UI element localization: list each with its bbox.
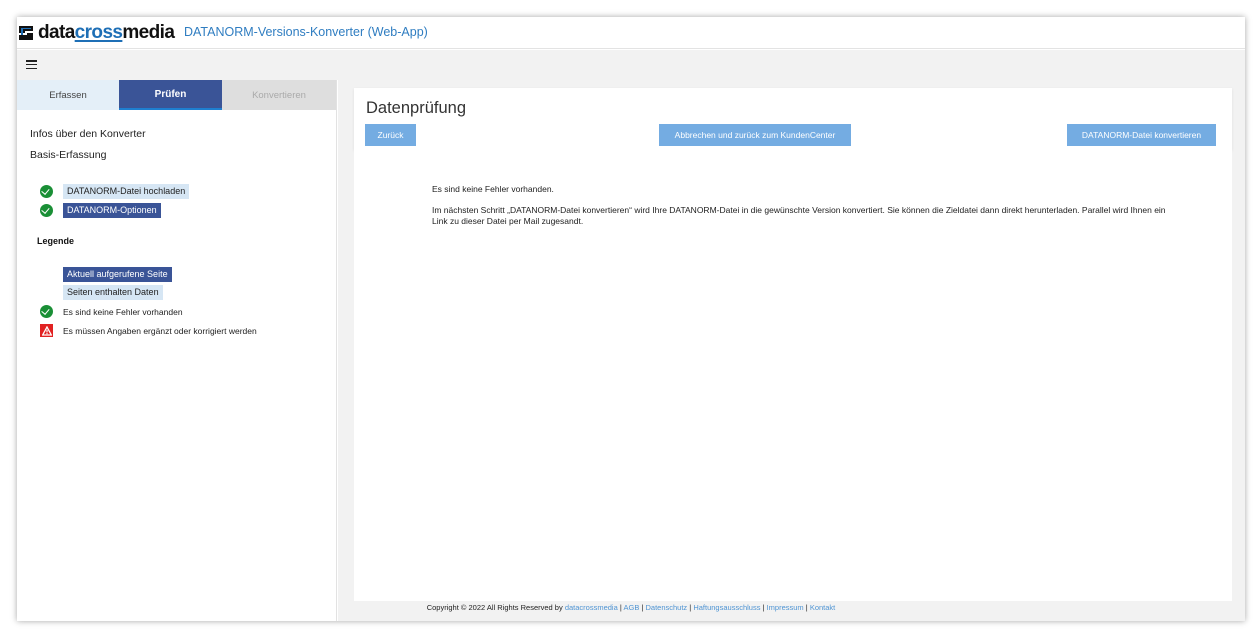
check-icon — [40, 204, 53, 217]
tab-erfassen[interactable]: Erfassen — [17, 80, 119, 110]
logo-wordmark: datacrossmedia — [38, 22, 175, 43]
main-area: Datenprüfung Zurück Abbrechen und zurück… — [338, 80, 1245, 621]
footer: Copyright © 2022 All Rights Reserved by … — [426, 603, 836, 612]
check-icon — [40, 185, 53, 198]
section-title-basis-erfassung: Basis-Erfassung — [30, 149, 107, 161]
legend-pages-with-data: Seiten enthalten Daten — [40, 285, 163, 300]
legend-current-page: Aktuell aufgerufene Seite — [40, 267, 172, 282]
sidebar: Erfassen Prüfen Konvertieren Infos über … — [17, 80, 337, 621]
footer-link-datenschutz[interactable]: Datenschutz — [645, 603, 687, 612]
next-step-message: Im nächsten Schritt „DATANORM-Datei konv… — [432, 205, 1166, 226]
tab-konvertieren: Konvertieren — [222, 80, 336, 110]
legend-no-errors: Es sind keine Fehler vorhanden — [40, 304, 183, 319]
convert-button[interactable]: DATANORM-Datei konvertieren — [1067, 124, 1216, 146]
footer-link-haftungsausschluss[interactable]: Haftungsausschluss — [693, 603, 760, 612]
footer-link-kontakt[interactable]: Kontakt — [810, 603, 835, 612]
app-window: datacrossmedia DATANORM-Versions-Konvert… — [17, 17, 1245, 621]
page-title: Datenprüfung — [366, 99, 466, 117]
legend-pages-with-data-label: Seiten enthalten Daten — [63, 285, 163, 300]
logo-mark-icon — [19, 26, 33, 40]
menu-bar — [17, 50, 1245, 80]
step-tabs: Erfassen Prüfen Konvertieren — [17, 80, 336, 110]
footer-link-datacrossmedia[interactable]: datacrossmedia — [565, 603, 618, 612]
app-title: DATANORM-Versions-Konverter (Web-App) — [184, 25, 428, 39]
footer-link-agb[interactable]: AGB — [624, 603, 640, 612]
footer-link-impressum[interactable]: Impressum — [767, 603, 804, 612]
legend-title: Legende — [37, 236, 75, 246]
check-icon — [40, 305, 53, 318]
sidebar-item-label[interactable]: DATANORM-Datei hochladen — [63, 184, 190, 199]
sidebar-item-datanorm-optionen: DATANORM-Optionen — [40, 203, 161, 218]
hamburger-menu-icon[interactable] — [26, 60, 37, 70]
legend-needs-input-label: Es müssen Angaben ergänzt oder korrigier… — [63, 325, 257, 336]
legend-needs-input: Es müssen Angaben ergänzt oder korrigier… — [40, 323, 257, 338]
top-bar: datacrossmedia DATANORM-Versions-Konvert… — [17, 17, 1245, 49]
cancel-button[interactable]: Abbrechen und zurück zum KundenCenter — [659, 124, 851, 146]
tab-pruefen[interactable]: Prüfen — [119, 80, 222, 110]
legend-current-page-label: Aktuell aufgerufene Seite — [63, 267, 172, 282]
legend-no-errors-label: Es sind keine Fehler vorhanden — [63, 306, 183, 317]
datacrossmedia-logo[interactable]: datacrossmedia — [17, 22, 175, 44]
info-link[interactable]: Infos über den Konverter — [30, 128, 146, 140]
back-button[interactable]: Zurück — [365, 124, 416, 146]
sidebar-item-datei-hochladen: DATANORM-Datei hochladen — [40, 184, 190, 199]
page-header-card: Datenprüfung Zurück Abbrechen und zurück… — [354, 88, 1232, 150]
content-panel: Es sind keine Fehler vorhanden. Im nächs… — [354, 150, 1232, 601]
sidebar-item-label[interactable]: DATANORM-Optionen — [63, 203, 161, 218]
warning-icon — [40, 324, 53, 337]
no-errors-message: Es sind keine Fehler vorhanden. — [432, 184, 554, 194]
copyright-text: Copyright © 2022 All Rights Reserved by — [426, 603, 563, 612]
